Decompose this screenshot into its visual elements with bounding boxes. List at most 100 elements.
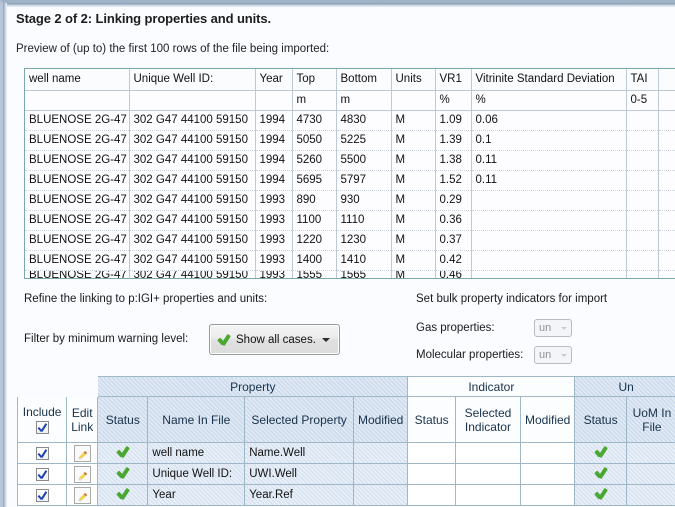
- col-edit-link[interactable]: Edit Link: [66, 396, 99, 443]
- preview-unit-cell: [25, 90, 130, 111]
- preview-header-row: well name Unique Well ID: Year Top Bottom Uni…: [25, 69, 675, 91]
- col-unit-status[interactable]: Status: [574, 396, 627, 443]
- name-in-file-cell: Unique Well ID:: [147, 463, 246, 485]
- preview-table-row[interactable]: BLUENOSE 2G-47 302 G47 44100 59150 1994 505…: [25, 130, 675, 151]
- uom-in-file-cell[interactable]: [625, 463, 675, 485]
- selected-indicator-cell[interactable]: [454, 463, 521, 485]
- preview-table-cell: 930: [336, 190, 392, 211]
- preview-table-cell: 1410: [336, 250, 392, 271]
- col-indicator-status[interactable]: Status: [407, 396, 456, 443]
- col-include[interactable]: Include: [17, 396, 68, 443]
- preview-table-row[interactable]: BLUENOSE 2G-47 302 G47 44100 59150 1993 122…: [25, 230, 675, 251]
- preview-table-cell: 1.38: [435, 150, 472, 171]
- preview-table-cell: 1.39: [435, 130, 472, 151]
- col-indicator-modified[interactable]: Modified: [519, 396, 576, 443]
- preview-table-cell: 0.1: [471, 130, 627, 151]
- selected-indicator-cell[interactable]: [454, 442, 521, 464]
- group-header-indicator: Indicator: [407, 376, 576, 397]
- preview-table-cell: 1100: [292, 210, 337, 231]
- preview-table-row[interactable]: BLUENOSE 2G-47 302 G47 44100 59150 1994 526…: [25, 150, 675, 171]
- selected-property-cell[interactable]: Name.Well: [244, 442, 354, 464]
- preview-col-header[interactable]: Year: [255, 69, 293, 91]
- preview-table-row[interactable]: BLUENOSE 2G-47 302 G47 44100 59150 1993 140…: [25, 250, 675, 271]
- edit-link-cell[interactable]: [66, 463, 99, 485]
- preview-table-cell: [471, 250, 627, 271]
- table-row[interactable]: well name Name.Well: [17, 442, 675, 464]
- preview-table-cell: [626, 130, 659, 151]
- selected-property-cell[interactable]: Year.Ref: [244, 484, 354, 506]
- preview-table-cell: [658, 230, 675, 251]
- selected-property-cell[interactable]: UWI.Well: [244, 463, 354, 485]
- file-preview-panel[interactable]: well name Unique Well ID: Year Top Bottom Uni…: [24, 68, 675, 279]
- preview-table-cell: 5797: [336, 170, 392, 191]
- preview-table-cell: 0.06: [471, 110, 627, 131]
- preview-table-cell: 5225: [336, 130, 392, 151]
- group-header-blank: [17, 376, 98, 397]
- preview-table-cell: 1993: [255, 230, 293, 251]
- preview-col-header[interactable]: VR1: [435, 69, 472, 91]
- preview-col-header[interactable]: [658, 69, 675, 91]
- unit-status-cell: [574, 463, 627, 485]
- uom-in-file-cell[interactable]: [625, 442, 675, 464]
- preview-table-cell: [658, 190, 675, 211]
- preview-table-cell: BLUENOSE 2G-47: [25, 190, 130, 211]
- property-link-grid-panel[interactable]: Property Indicator Un Include Edit Link …: [17, 376, 675, 507]
- pencil-icon[interactable]: [73, 444, 91, 462]
- include-checkbox-cell[interactable]: [17, 442, 68, 464]
- uom-in-file-cell[interactable]: [625, 484, 675, 506]
- page-title: Stage 2 of 2: Linking properties and uni…: [16, 11, 272, 26]
- gas-properties-value: un: [539, 322, 552, 334]
- preview-col-header[interactable]: Units: [391, 69, 436, 91]
- include-checkbox[interactable]: [35, 488, 49, 502]
- preview-table-row[interactable]: BLUENOSE 2G-47 302 G47 44100 59150 1993 155…: [25, 270, 675, 278]
- preview-unit-cell: [391, 90, 436, 111]
- preview-table-cell: BLUENOSE 2G-47: [25, 170, 130, 191]
- preview-col-header[interactable]: well name: [25, 69, 130, 91]
- preview-table-row[interactable]: BLUENOSE 2G-47 302 G47 44100 59150 1993 890…: [25, 190, 675, 211]
- property-status-cell: [97, 484, 149, 506]
- include-checkbox[interactable]: [35, 446, 49, 460]
- preview-table-cell: M: [391, 230, 436, 251]
- table-row[interactable]: Unique Well ID: UWI.Well: [17, 463, 675, 485]
- include-all-checkbox[interactable]: [35, 420, 49, 434]
- preview-table-row[interactable]: BLUENOSE 2G-47 302 G47 44100 59150 1994 473…: [25, 110, 675, 131]
- col-property-modified[interactable]: Modified: [352, 396, 409, 443]
- preview-table-cell: [658, 270, 675, 278]
- edit-link-cell[interactable]: [66, 442, 99, 464]
- gas-properties-dropdown[interactable]: un: [534, 319, 572, 337]
- include-checkbox[interactable]: [35, 467, 49, 481]
- file-preview-table: well name Unique Well ID: Year Top Bottom Uni…: [25, 69, 675, 278]
- col-property-status[interactable]: Status: [97, 396, 149, 443]
- preview-table-cell: 1400: [292, 250, 337, 271]
- preview-col-header[interactable]: Top: [292, 69, 337, 91]
- molecular-properties-dropdown[interactable]: un: [534, 346, 572, 364]
- preview-table-row[interactable]: BLUENOSE 2G-47 302 G47 44100 59150 1993 110…: [25, 210, 675, 231]
- col-uom-in-file[interactable]: UoM In File: [625, 396, 675, 443]
- preview-unit-cell: m: [336, 90, 392, 111]
- preview-table-cell: 302 G47 44100 59150: [129, 190, 256, 211]
- col-selected-indicator[interactable]: Selected Indicator: [454, 396, 521, 443]
- preview-col-header[interactable]: TAI: [626, 69, 659, 91]
- preview-table-cell: 1993: [255, 270, 293, 278]
- preview-col-header[interactable]: Bottom: [336, 69, 392, 91]
- preview-table-cell: 0.11: [471, 150, 627, 171]
- preview-table-row[interactable]: BLUENOSE 2G-47 302 G47 44100 59150 1994 569…: [25, 170, 675, 191]
- preview-table-cell: [626, 210, 659, 231]
- pencil-icon[interactable]: [73, 465, 91, 483]
- include-checkbox-cell[interactable]: [17, 463, 68, 485]
- property-modified-cell: [352, 442, 409, 464]
- indicator-modified-cell: [519, 484, 576, 506]
- col-name-in-file[interactable]: Name In File: [147, 396, 246, 443]
- preview-col-header[interactable]: Unique Well ID:: [129, 69, 256, 91]
- property-link-grid: Property Indicator Un Include Edit Link …: [17, 376, 675, 506]
- preview-table-cell: 302 G47 44100 59150: [129, 170, 256, 191]
- edit-link-cell[interactable]: [66, 484, 99, 506]
- preview-table-cell: 890: [292, 190, 337, 211]
- preview-col-header[interactable]: Vitrinite Standard Deviation: [471, 69, 627, 91]
- include-checkbox-cell[interactable]: [17, 484, 68, 506]
- col-selected-property[interactable]: Selected Property: [244, 396, 354, 443]
- warning-level-dropdown[interactable]: Show all cases.: [209, 324, 340, 355]
- table-row[interactable]: Year Year.Ref: [17, 484, 675, 506]
- pencil-icon[interactable]: [73, 486, 91, 504]
- selected-indicator-cell[interactable]: [454, 484, 521, 506]
